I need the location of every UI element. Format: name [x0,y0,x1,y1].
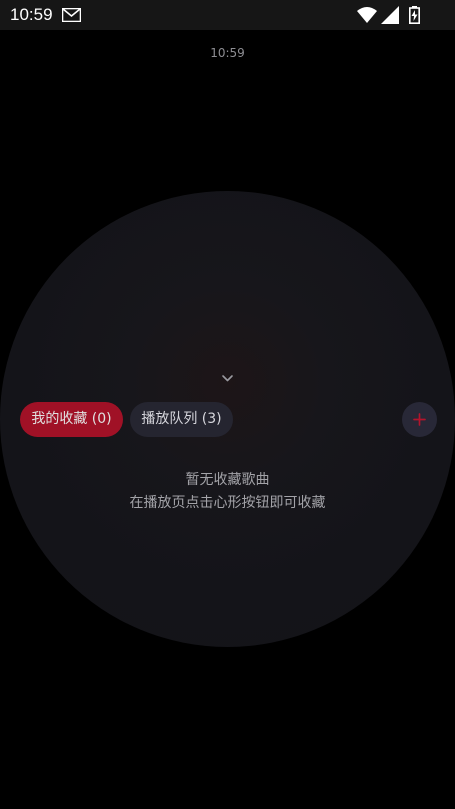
mail-icon [62,8,81,22]
chevron-down-icon[interactable] [221,373,234,383]
status-bar: 10:59 [0,0,455,30]
tab-play-queue[interactable]: 播放队列 (3) [130,402,233,437]
status-icons [357,6,429,24]
player-clock: 10:59 [210,46,245,60]
add-button[interactable] [402,402,437,437]
signal-icon [381,6,399,24]
tab-favorites[interactable]: 我的收藏 (0) [20,402,123,437]
empty-state-hint: 在播放页点击心形按钮即可收藏 [129,495,326,511]
wifi-icon [357,7,377,23]
plus-icon [413,413,426,426]
battery-icon [409,6,420,24]
status-time: 10:59 [10,5,53,24]
empty-state-title: 暂无收藏歌曲 [185,472,270,488]
